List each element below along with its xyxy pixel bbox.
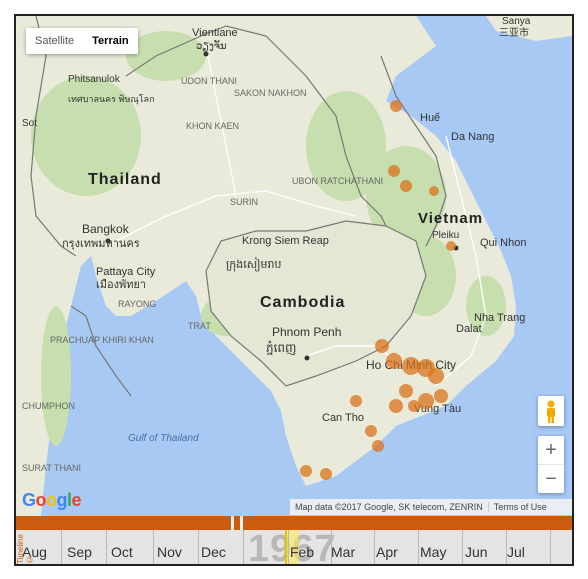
event-marker[interactable] [300, 465, 312, 477]
month-label: Feb [290, 544, 315, 560]
city-dot-vientiane [203, 51, 209, 57]
event-marker[interactable] [365, 425, 377, 437]
month-label: May [420, 544, 447, 560]
map-data-text: Map data ©2017 Google, SK telecom, ZENRI… [295, 502, 483, 512]
label-sanya-cn: 三亚市 [499, 26, 529, 39]
month-label: Jul [507, 544, 525, 560]
label-trat: TRAT [188, 321, 211, 331]
label-phitsanulok: Phitsanulok [68, 74, 121, 85]
zoom-in-button[interactable]: + [538, 436, 564, 464]
label-surat-thani: SURAT THANI [22, 463, 81, 473]
event-marker[interactable] [350, 395, 362, 407]
event-marker[interactable] [428, 368, 444, 384]
map-frame: Vientiane ວຽງຈັນ Sanya 三亚市 Phitsanulok เ… [14, 14, 574, 566]
event-marker[interactable] [429, 186, 439, 196]
event-marker[interactable] [372, 440, 384, 452]
label-pattaya-th: เมืองพัทยา [96, 278, 146, 291]
event-marker[interactable] [446, 241, 456, 251]
label-hue: Huế [420, 112, 440, 124]
label-bangkok: Bangkok [82, 222, 130, 236]
event-marker[interactable] [389, 399, 403, 413]
month-label: Nov [157, 544, 182, 560]
event-marker[interactable] [320, 468, 332, 480]
zoom-control: + − [538, 436, 564, 493]
label-bangkok-th: กรุงเทพมหานคร [62, 238, 140, 250]
label-udon-thani: UDON THANI [181, 76, 237, 86]
terrain-button[interactable]: Terrain [83, 28, 137, 54]
timeline[interactable]: 1967 Aug Sep Oct Nov Dec Feb Mar Apr May… [16, 516, 572, 564]
label-sakon-nakhon: SAKON NAKHON [234, 88, 307, 98]
event-marker[interactable] [386, 353, 402, 369]
timeline-months[interactable]: 1967 Aug Sep Oct Nov Dec Feb Mar Apr May… [16, 528, 572, 564]
month-label: Dec [201, 544, 226, 560]
event-marker[interactable] [418, 393, 434, 409]
month-label: Mar [331, 544, 356, 560]
city-dot-bangkok [105, 238, 111, 244]
label-rayong: RAYONG [118, 299, 156, 309]
event-marker[interactable] [375, 339, 389, 353]
label-vietnam: Vietnam [418, 210, 483, 227]
event-marker[interactable] [408, 400, 420, 412]
label-can-tho: Can Tho [322, 412, 364, 424]
event-marker[interactable] [388, 165, 400, 177]
label-khon-kaen: KHON KAEN [186, 121, 239, 131]
map-type-control: Satellite Terrain [26, 28, 138, 54]
label-pleiku: Pleiku [432, 230, 459, 241]
timeline-label: Timeline © [16, 534, 34, 564]
label-da-nang: Da Nang [451, 131, 494, 143]
label-ubon: UBON RATCHATHANI [292, 176, 383, 186]
event-marker[interactable] [390, 100, 402, 112]
label-vientiane: Vientiane [192, 27, 238, 39]
label-vientiane-lao: ວຽງຈັນ [196, 40, 227, 52]
satellite-button[interactable]: Satellite [26, 28, 83, 54]
label-nha-trang: Nha Trang [474, 312, 525, 324]
label-phitsanulok-th: เทศบาลนคร พิษณุโลก [68, 94, 155, 105]
month-label: Apr [376, 544, 398, 560]
pegman-icon [547, 400, 555, 423]
label-dalat: Dalat [456, 323, 482, 335]
month-label: Sep [67, 544, 92, 560]
label-siem-reap-km: ក្រុងសៀមរាប [226, 257, 281, 272]
event-marker[interactable] [399, 384, 413, 398]
month-label: Oct [111, 544, 133, 560]
event-marker[interactable] [400, 180, 412, 192]
zoom-out-button[interactable]: − [538, 465, 564, 493]
map-canvas[interactable]: Vientiane ວຽງຈັນ Sanya 三亚市 Phitsanulok เ… [16, 16, 572, 516]
label-sanya: Sanya [502, 16, 531, 27]
label-krong-siem-reap: Krong Siem Reap [242, 235, 329, 247]
label-sot: Sot [22, 118, 37, 129]
timeline-tick [240, 516, 243, 530]
label-gulf-of-thailand: Gulf of Thailand [128, 433, 199, 444]
label-phnom-penh: Phnom Penh [272, 325, 341, 339]
label-cambodia: Cambodia [260, 294, 345, 311]
terms-link[interactable]: Terms of Use [487, 502, 552, 512]
month-label: Jun [465, 544, 488, 560]
google-logo: Google [22, 490, 82, 510]
street-view-pegman[interactable] [538, 396, 564, 426]
label-thailand: Thailand [88, 171, 162, 188]
label-phnom-penh-km: ភ្នំពេញ [266, 340, 296, 355]
label-prachuap: PRACHUAP KHIRI KHAN [50, 335, 154, 345]
label-pattaya: Pattaya City [96, 266, 156, 278]
timeline-tick [231, 516, 234, 530]
event-marker[interactable] [434, 389, 448, 403]
label-qui-nhon: Qui Nhon [480, 237, 526, 249]
label-chumphon: CHUMPHON [22, 401, 75, 411]
label-surin: SURIN [230, 197, 258, 207]
city-dot-phnom-penh [304, 355, 310, 361]
map-attribution: Map data ©2017 Google, SK telecom, ZENRI… [290, 499, 572, 515]
